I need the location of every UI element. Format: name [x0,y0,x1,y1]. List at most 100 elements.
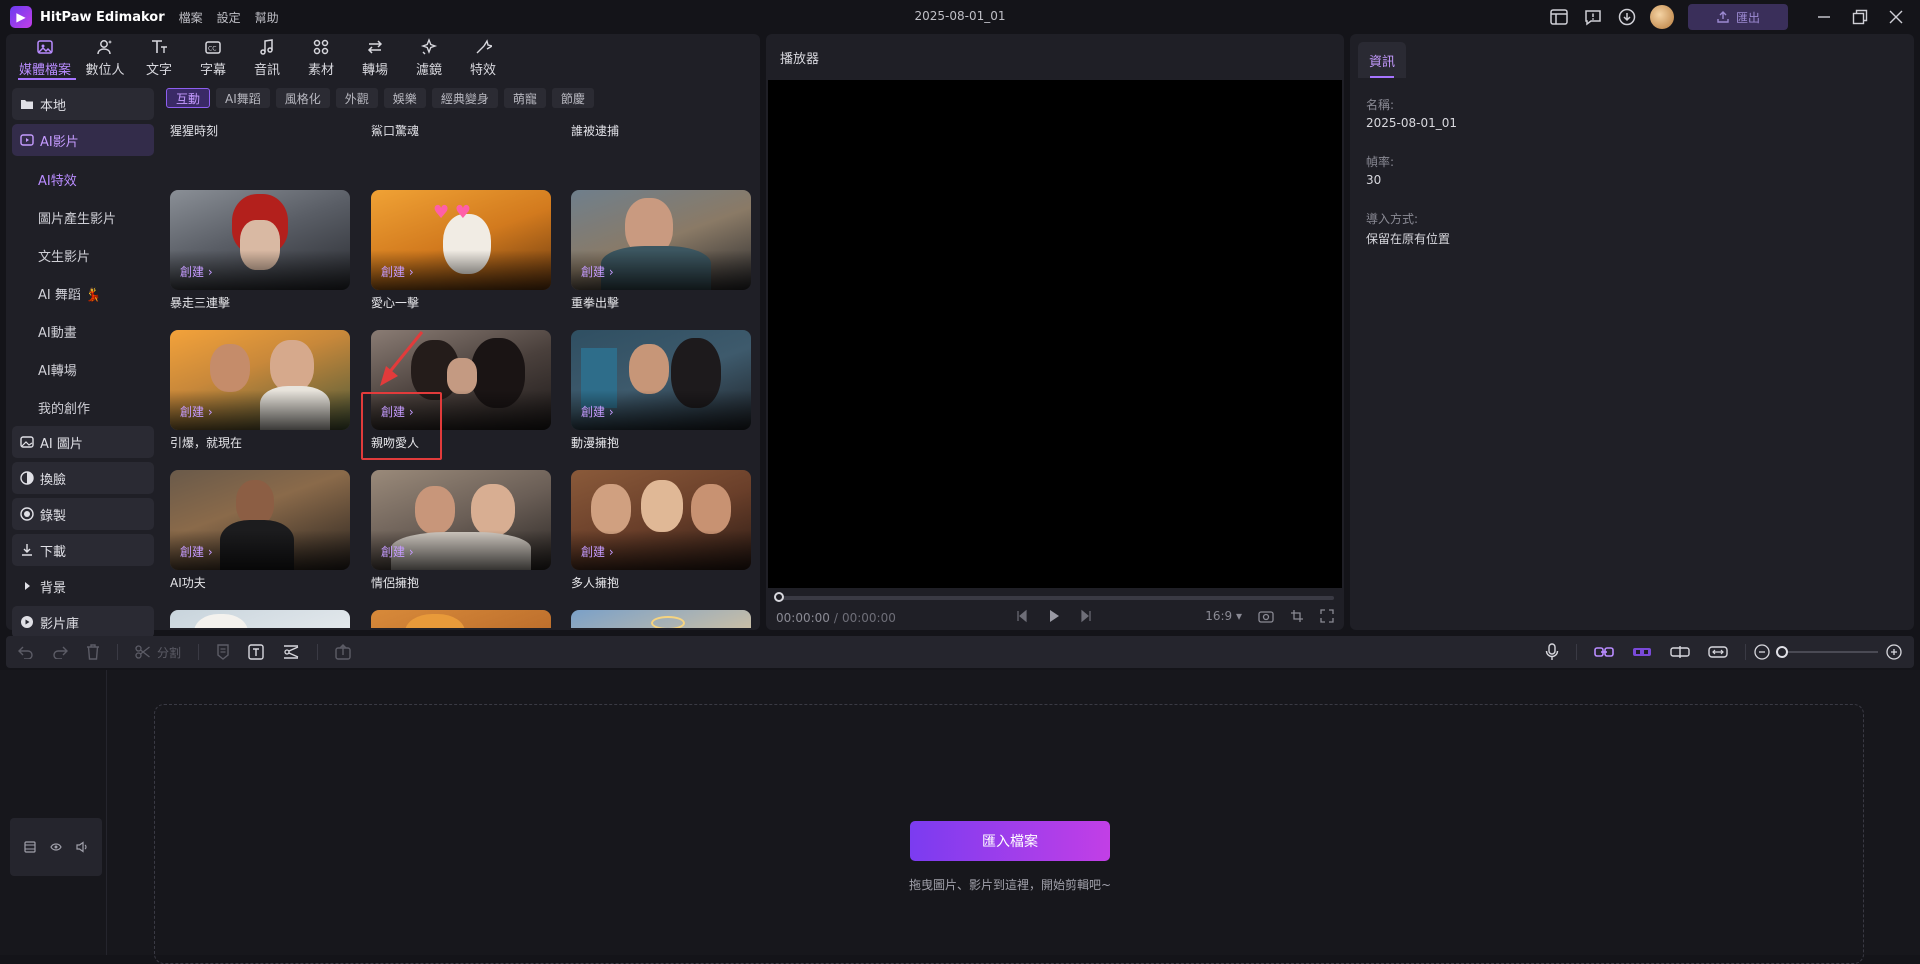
zoom-out-icon[interactable] [1754,644,1770,660]
microphone-icon[interactable] [1536,636,1568,668]
next-frame-icon[interactable] [1080,609,1092,623]
restore-icon[interactable] [1842,0,1878,34]
tab-info[interactable]: 資訊 [1358,42,1406,78]
fit-timeline-icon[interactable] [1699,636,1737,668]
card-title: 愛心一擊 [371,296,420,310]
media-icon [36,37,54,57]
export-clip-icon[interactable] [326,636,360,668]
effect-card[interactable]: 創建 › [170,330,350,430]
tool-filter[interactable]: 濾鏡 [402,34,456,80]
effect-card[interactable]: 創建 › [571,190,751,290]
tool-audio[interactable]: 音訊 [240,34,294,80]
fps-value: 30 [1366,173,1382,187]
cat-festival[interactable]: 節慶 [551,88,594,108]
minimize-icon[interactable] [1806,0,1842,34]
prev-frame-icon[interactable] [1016,609,1028,623]
tool-media[interactable]: 媒體檔案 [12,34,78,80]
redo-icon[interactable] [43,636,77,668]
nav-ai-video[interactable]: AI影片 [12,124,154,156]
nav-text-to-video[interactable]: 文生影片 [12,236,154,274]
nav-face-swap[interactable]: 換臉 [12,462,154,494]
nav-ai-animation[interactable]: AI動畫 [12,312,154,350]
nav-my-creations[interactable]: 我的創作 [12,388,154,426]
cat-appearance[interactable]: 外觀 [335,88,378,108]
nav-image-to-video[interactable]: 圖片產生影片 [12,198,154,236]
smart-cut-icon[interactable] [273,636,309,668]
effect-card[interactable] [371,610,551,628]
ai-video-icon [18,133,36,147]
eye-icon[interactable] [50,842,62,852]
layout-icon[interactable] [1542,0,1576,34]
cat-ai-dance[interactable]: AI舞蹈 [216,88,270,108]
tool-assets[interactable]: 素材 [294,34,348,80]
zoom-slider[interactable] [1776,646,1878,658]
create-link: 創建 › [581,545,614,559]
menu-help[interactable]: 幫助 [255,9,279,26]
split-audio-icon[interactable] [1661,636,1699,668]
nav-ai-image[interactable]: AI 圖片 [12,426,154,458]
cat-interactive[interactable]: 互動 [166,88,211,108]
nav-download[interactable]: 下載 [12,534,154,566]
play-icon[interactable] [1048,609,1060,623]
assets-icon [312,37,330,57]
timeline-toolbar: 分割 [6,636,1914,668]
user-avatar[interactable] [1650,5,1674,29]
effect-card[interactable]: ♥ ♥ 創建 › [371,190,551,290]
cat-classic-transform[interactable]: 經典變身 [431,88,498,108]
effect-card[interactable] [170,610,350,628]
playback-progress[interactable] [774,592,1334,602]
tool-subtitle[interactable]: CC 字幕 [186,34,240,80]
magnet-snap-icon[interactable] [1623,636,1661,668]
delete-icon[interactable] [77,636,109,668]
download-circle-icon[interactable] [1610,0,1644,34]
aspect-ratio-select[interactable]: 16:9 ▾ [1205,609,1242,623]
close-icon[interactable] [1878,0,1914,34]
menu-file[interactable]: 檔案 [179,9,203,26]
record-icon [18,507,36,521]
tool-text[interactable]: 文字 [132,34,186,80]
nav-ai-transition[interactable]: AI轉場 [12,350,154,388]
feedback-icon[interactable] [1576,0,1610,34]
create-link: 創建 › [180,545,213,559]
nav-library[interactable]: 影片庫 [12,606,154,638]
import-files-button[interactable]: 匯入檔案 [910,821,1110,861]
card-title: 引爆，就現在 [170,436,243,450]
text-box-icon[interactable] [239,636,273,668]
nav-ai-effects[interactable]: AI特效 [12,160,154,198]
nav-ai-dance[interactable]: AI 舞蹈 💃 [12,274,154,312]
crop-icon[interactable] [1290,609,1304,623]
nav-background[interactable]: 背景 [12,570,154,602]
tool-effects[interactable]: 特效 [456,34,510,80]
fullscreen-icon[interactable] [1320,609,1334,623]
split-button[interactable]: 分割 [126,636,190,668]
link-clips-icon[interactable] [1585,636,1623,668]
zoom-handle[interactable] [1776,646,1788,658]
nav-local[interactable]: 本地 [12,88,154,120]
tool-avatar[interactable]: 數位人 [78,34,132,80]
cat-pets[interactable]: 萌寵 [503,88,546,108]
menu-settings[interactable]: 設定 [217,9,241,26]
zoom-in-icon[interactable] [1886,644,1902,660]
effect-card[interactable]: 創建 › [571,330,751,430]
effect-card[interactable]: 創建 › [371,330,551,430]
time-separator: / [833,611,838,625]
effect-card[interactable]: 創建 › [571,470,751,570]
effect-card[interactable] [571,610,751,628]
snapshot-icon[interactable] [1258,609,1274,623]
thumbnail-face [591,484,631,534]
effect-card[interactable]: 創建 › [170,470,350,570]
timeline-area: 匯入檔案 拖曳圖片、影片到這裡，開始剪輯吧~ [0,670,1920,964]
effect-card[interactable]: 創建 › [170,190,350,290]
nav-record[interactable]: 錄製 [12,498,154,530]
effect-card[interactable]: 創建 › [371,470,551,570]
video-preview[interactable] [768,80,1342,588]
marker-icon[interactable] [207,636,239,668]
progress-handle[interactable] [774,592,784,602]
speaker-icon[interactable] [76,841,88,853]
film-track-icon[interactable] [24,841,36,853]
cat-entertainment[interactable]: 娛樂 [383,88,426,108]
undo-icon[interactable] [6,636,43,668]
export-button[interactable]: 匯出 [1688,4,1788,30]
cat-stylize[interactable]: 風格化 [275,88,330,108]
tool-transition[interactable]: 轉場 [348,34,402,80]
